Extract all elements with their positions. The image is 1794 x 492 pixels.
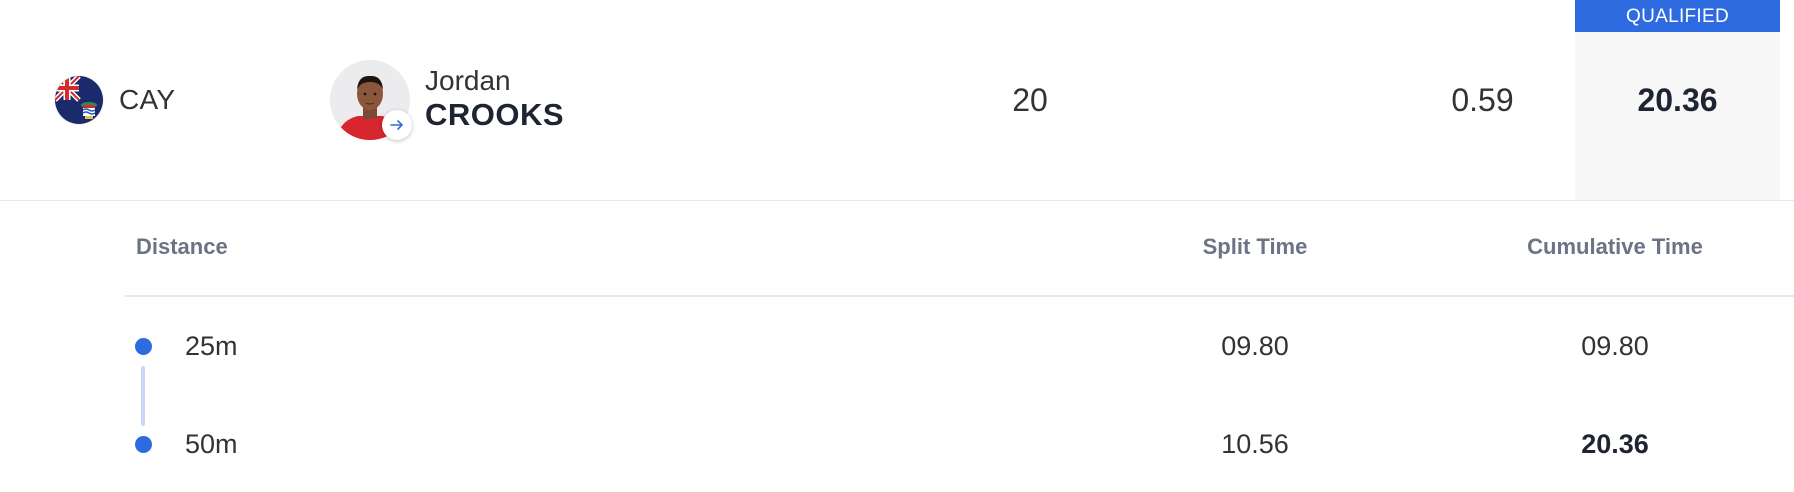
split-timeline-connector: [141, 366, 145, 426]
split-row: 50m 10.56 20.36: [125, 425, 1794, 465]
splits-table-header: Distance Split Time Cumulative Time: [125, 234, 1794, 297]
athlete-result-row[interactable]: CAY Jordan CROOKS 20 0.59 QUALIFIED 20.3…: [0, 0, 1794, 201]
reaction-time-value: 0.59: [1451, 82, 1514, 118]
timeline-dot-icon: [135, 338, 152, 355]
athlete-first-name: Jordan: [425, 65, 511, 96]
distance-column-header: Distance: [136, 234, 228, 259]
cumulative-time: 09.80: [1581, 331, 1649, 361]
athlete-last-name: CROOKS: [425, 97, 565, 132]
split-distance: 50m: [185, 429, 238, 459]
split-time-column-header: Split Time: [1202, 234, 1308, 259]
avatar-container: [330, 60, 412, 140]
split-distance: 25m: [185, 331, 238, 361]
timeline-dot-icon: [135, 436, 152, 453]
split-time: 09.80: [1221, 331, 1289, 361]
race-result-panel: CAY Jordan CROOKS 20 0.59 QUALIFIED 20.3…: [0, 0, 1794, 492]
country-code: CAY: [119, 84, 176, 115]
qualified-badge: QUALIFIED: [1575, 0, 1780, 32]
country-cell: CAY: [55, 76, 175, 124]
final-time-cell: QUALIFIED 20.36: [1575, 0, 1780, 200]
athlete-cell[interactable]: Jordan CROOKS: [330, 60, 564, 140]
final-time-value: 20.36: [1637, 82, 1718, 118]
cumulative-time: 20.36: [1581, 429, 1649, 459]
lane-value: 20: [1012, 82, 1048, 118]
split-row: 25m 09.80 09.80: [125, 327, 1794, 367]
cumulative-time-column-header: Cumulative Time: [1527, 234, 1703, 259]
athlete-name: Jordan CROOKS: [425, 65, 564, 133]
profile-arrow-icon[interactable]: [382, 110, 412, 140]
split-time: 10.56: [1221, 429, 1289, 459]
cayman-islands-flag-icon: [55, 76, 103, 124]
